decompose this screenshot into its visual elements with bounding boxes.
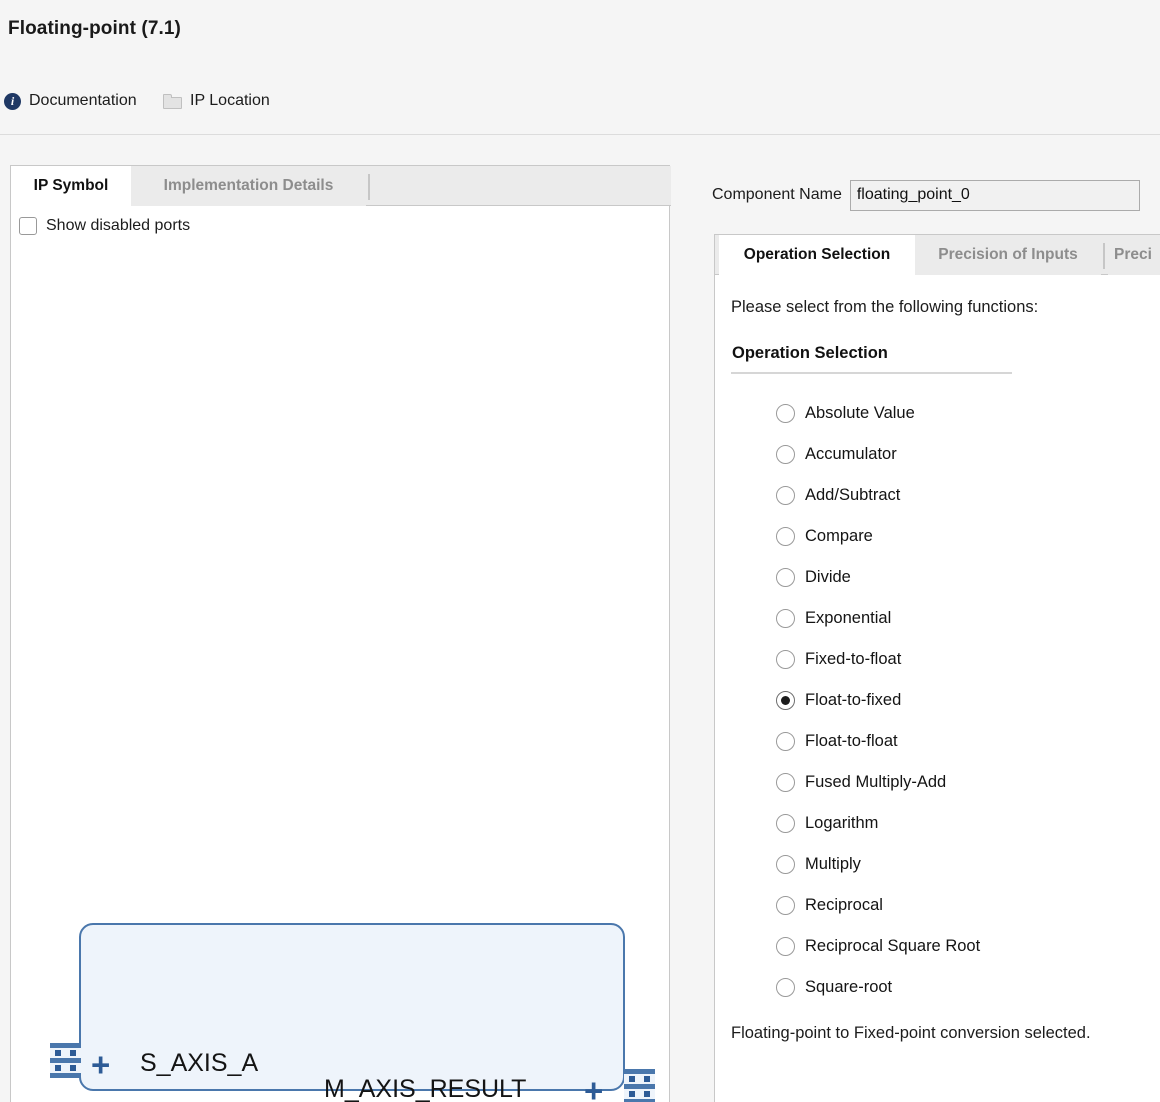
radio-option-logarithm[interactable]: Logarithm xyxy=(776,803,1156,844)
radio-option-accumulator[interactable]: Accumulator xyxy=(776,434,1156,475)
radio-circle xyxy=(776,855,795,874)
radio-circle xyxy=(776,937,795,956)
radio-circle xyxy=(776,609,795,628)
group-title: Operation Selection xyxy=(732,344,888,362)
port-label-s-axis-a: S_AXIS_A xyxy=(140,1049,259,1077)
tab-ip-symbol-label: IP Symbol xyxy=(33,176,109,194)
group-divider xyxy=(731,372,1012,374)
tab-implementation-details[interactable]: Implementation Details xyxy=(131,166,366,206)
folder-icon xyxy=(163,93,182,109)
documentation-link[interactable]: i Documentation xyxy=(4,92,137,110)
radio-option-add-subtract[interactable]: Add/Subtract xyxy=(776,475,1156,516)
tab-operation-selection[interactable]: Operation Selection xyxy=(719,235,915,275)
radio-option-compare[interactable]: Compare xyxy=(776,516,1156,557)
status-note: Floating-point to Fixed-point conversion… xyxy=(731,1024,1091,1042)
radio-option-label: Exponential xyxy=(805,609,892,627)
right-tab-strip: Operation Selection Precision of Inputs … xyxy=(715,235,1160,275)
radio-option-reciprocal-square-root[interactable]: Reciprocal Square Root xyxy=(776,926,1156,967)
radio-option-float-to-float[interactable]: Float-to-float xyxy=(776,721,1156,762)
radio-circle xyxy=(776,527,795,546)
radio-option-label: Float-to-fixed xyxy=(805,691,902,709)
component-name-label: Component Name xyxy=(712,186,842,203)
radio-option-square-root[interactable]: Square-root xyxy=(776,967,1156,1008)
radio-circle xyxy=(776,732,795,751)
checkbox-box xyxy=(19,217,37,235)
configuration-panel: Component Name floating_point_0 Operatio… xyxy=(712,165,1160,1102)
radio-circle xyxy=(776,568,795,587)
tab-precision-of-result-label: Preci xyxy=(1114,246,1152,263)
radio-option-label: Reciprocal xyxy=(805,896,883,914)
radio-circle xyxy=(776,404,795,423)
radio-option-reciprocal[interactable]: Reciprocal xyxy=(776,885,1156,926)
title-bar: Floating-point (7.1) xyxy=(0,0,1160,78)
radio-option-label: Multiply xyxy=(805,855,861,873)
operation-tabs-panel: Operation Selection Precision of Inputs … xyxy=(714,234,1160,1102)
operation-radio-group: Absolute Value Accumulator Add/Subtract Com… xyxy=(776,393,1156,1008)
s-axis-a-connector-icon xyxy=(50,1043,81,1078)
radio-option-label: Add/Subtract xyxy=(805,486,901,504)
tab-precision-of-inputs[interactable]: Precision of Inputs xyxy=(915,235,1101,275)
radio-circle xyxy=(776,978,795,997)
radio-dot xyxy=(781,696,790,705)
radio-option-fixed-to-float[interactable]: Fixed-to-float xyxy=(776,639,1156,680)
documentation-label: Documentation xyxy=(29,92,137,109)
right-tab-divider xyxy=(1103,243,1105,269)
radio-option-label: Logarithm xyxy=(805,814,879,832)
operation-selection-body: Please select from the following functio… xyxy=(715,276,1160,1102)
radio-option-fused-multiply-add[interactable]: Fused Multiply-Add xyxy=(776,762,1156,803)
radio-option-label: Square-root xyxy=(805,978,893,996)
ip-customize-dialog: Floating-point (7.1) i Documentation IP … xyxy=(0,0,1160,1102)
port-label-m-axis-result: M_AXIS_RESULT xyxy=(324,1075,527,1102)
show-disabled-ports-checkbox[interactable]: Show disabled ports xyxy=(19,217,190,235)
radio-option-multiply[interactable]: Multiply xyxy=(776,844,1156,885)
ip-location-label: IP Location xyxy=(190,92,270,109)
radio-circle xyxy=(776,445,795,464)
radio-option-label: Accumulator xyxy=(805,445,897,463)
component-name-input[interactable]: floating_point_0 xyxy=(849,179,1140,211)
radio-option-label: Float-to-float xyxy=(805,732,898,750)
radio-circle xyxy=(776,896,795,915)
expand-m-axis-result-icon[interactable]: + xyxy=(584,1074,603,1102)
show-disabled-ports-label: Show disabled ports xyxy=(46,217,191,234)
tab-ip-symbol[interactable]: IP Symbol xyxy=(11,166,131,206)
component-name-row: Component Name floating_point_0 xyxy=(712,179,1140,211)
toolbar: i Documentation IP Location xyxy=(0,92,1160,130)
ip-symbol-panel: IP Symbol Implementation Details Show di… xyxy=(10,165,671,1102)
radio-circle xyxy=(776,650,795,669)
radio-option-float-to-fixed[interactable]: Float-to-fixed xyxy=(776,680,1156,721)
radio-option-divide[interactable]: Divide xyxy=(776,557,1156,598)
tab-precision-of-inputs-label: Precision of Inputs xyxy=(938,246,1078,263)
expand-s-axis-a-icon[interactable]: + xyxy=(91,1048,110,1081)
tab-precision-of-result[interactable]: Preci xyxy=(1108,235,1160,275)
radio-circle xyxy=(776,814,795,833)
radio-option-label: Reciprocal Square Root xyxy=(805,937,981,955)
tab-operation-selection-label: Operation Selection xyxy=(743,245,891,263)
page-title: Floating-point (7.1) xyxy=(8,18,181,39)
left-tab-strip: IP Symbol Implementation Details xyxy=(11,166,671,206)
radio-circle xyxy=(776,691,795,710)
instruction-text: Please select from the following functio… xyxy=(731,298,1039,316)
header-divider xyxy=(0,134,1160,135)
radio-option-absolute-value[interactable]: Absolute Value xyxy=(776,393,1156,434)
tab-implementation-details-label: Implementation Details xyxy=(163,177,334,194)
m-axis-result-connector-icon xyxy=(624,1069,655,1102)
ip-symbol-canvas: + + S_AXIS_A M_AXIS_RESULT aclk xyxy=(11,251,669,1102)
radio-option-label: Fused Multiply-Add xyxy=(805,773,947,791)
info-icon: i xyxy=(4,92,21,110)
radio-option-label: Compare xyxy=(805,527,873,545)
radio-circle xyxy=(776,773,795,792)
ip-location-link[interactable]: IP Location xyxy=(163,92,270,110)
radio-option-label: Divide xyxy=(805,568,851,586)
left-tab-divider xyxy=(368,174,370,200)
radio-option-label: Fixed-to-float xyxy=(805,650,902,668)
radio-option-label: Absolute Value xyxy=(805,404,915,422)
radio-option-exponential[interactable]: Exponential xyxy=(776,598,1156,639)
radio-circle xyxy=(776,486,795,505)
